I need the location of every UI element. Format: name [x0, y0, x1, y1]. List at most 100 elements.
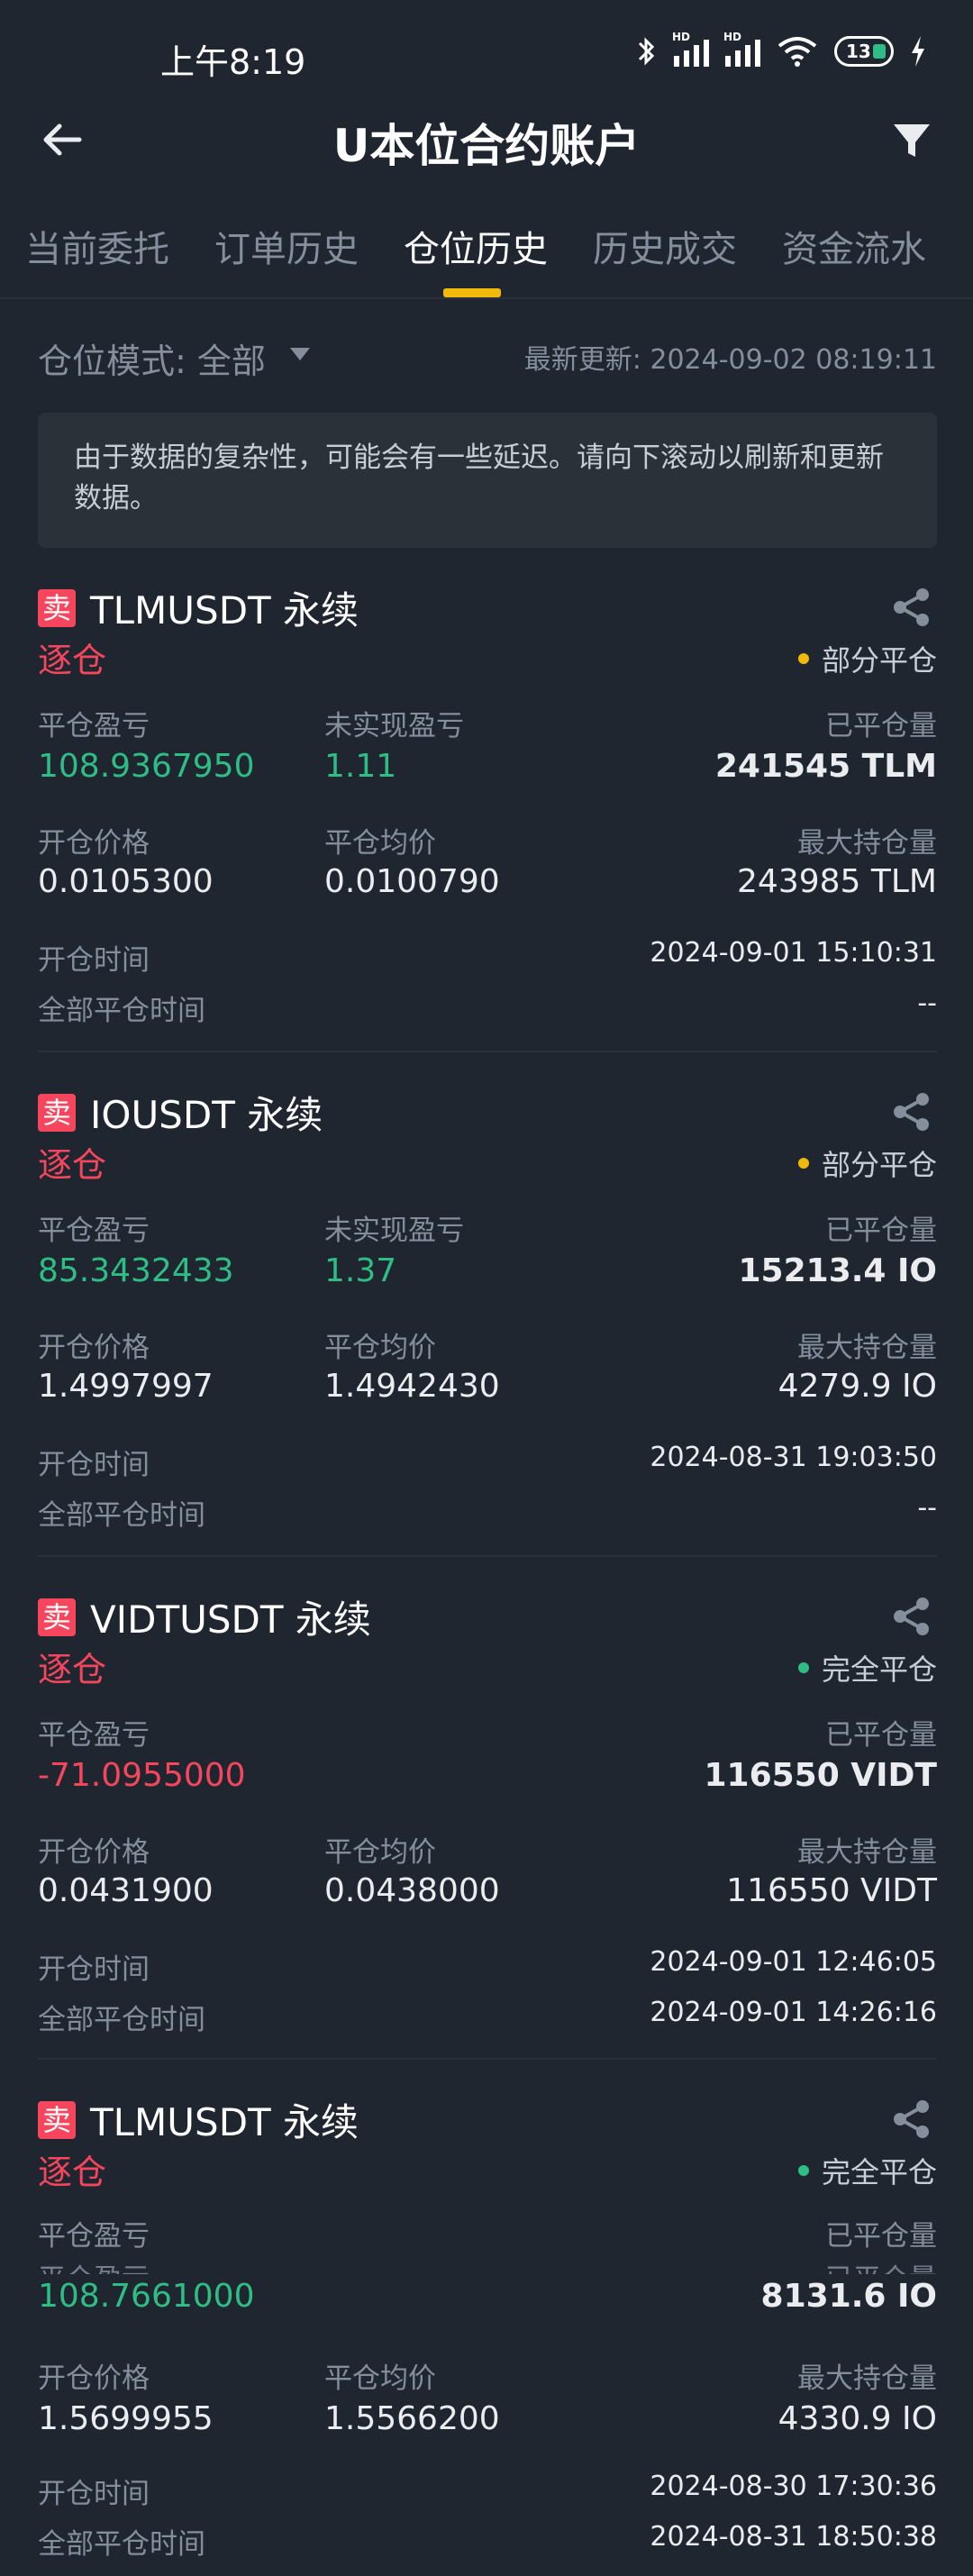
status-text: 完全平仓: [821, 2155, 937, 2189]
symbol[interactable]: TLMUSDT 永续: [90, 580, 359, 635]
hd-badge-2: HD: [723, 31, 742, 43]
status-text: 部分平仓: [821, 1148, 937, 1182]
close-status: 部分平仓: [797, 638, 937, 679]
unrealized-pnl-label: 未实现盈亏: [324, 1215, 464, 1247]
symbol[interactable]: VIDTUSDT 永续: [90, 1589, 371, 1644]
status-bar: 上午8:19 HD HD 13: [0, 0, 973, 108]
open-price-value: 1.4997997: [38, 1368, 214, 1405]
closed-qty-value: 8131.6 IO: [760, 2278, 937, 2315]
tab-position-history[interactable]: 仓位历史: [404, 220, 548, 272]
close-pnl-label: 平仓盈亏: [38, 1215, 150, 1247]
share-icon[interactable]: [892, 1092, 932, 1132]
close-avg-label: 平仓均价: [324, 2362, 436, 2395]
status-dot: [797, 1662, 809, 1673]
open-price-label: 开仓价格: [38, 2362, 150, 2395]
symbol[interactable]: IOUSDT 永续: [90, 1085, 323, 1140]
unrealized-pnl-value: 1.37: [324, 1252, 397, 1289]
hd-badge-1: HD: [672, 31, 691, 43]
closed-qty-value: 116550 VIDT: [704, 1757, 937, 1794]
open-time-label: 开仓时间: [38, 1953, 150, 1986]
close-pnl-value: 108.9367950: [38, 748, 255, 785]
full-close-time-value: 2024-08-31 18:50:38: [650, 2521, 937, 2553]
close-avg-value: 1.5566200: [324, 2400, 500, 2437]
close-pnl-label: 平仓盈亏: [38, 2220, 150, 2253]
wifi-icon: [777, 37, 817, 67]
bluetooth-icon: [638, 37, 655, 66]
close-avg-value: 0.0438000: [324, 1872, 500, 1909]
ghost-close-pnl-label: 平仓盈亏: [38, 2256, 150, 2274]
filter-row: 仓位模式: 全部 最新更新: 2024-09-02 08:19:11: [38, 333, 937, 381]
close-avg-label: 平仓均价: [324, 1332, 436, 1364]
side-badge: 卖: [38, 1598, 76, 1636]
status-dot: [797, 2165, 809, 2176]
closed-qty-label: 已平仓量: [825, 1719, 937, 1752]
position-mode-select[interactable]: 仓位模式: 全部: [38, 333, 266, 383]
funnel-icon[interactable]: [887, 115, 937, 166]
close-pnl-label: 平仓盈亏: [38, 1719, 150, 1752]
position-card: 卖 TLMUSDT 永续 逐仓 部分平仓 平仓盈亏 未实现盈亏 已平仓量 108…: [38, 586, 937, 1063]
close-status: 完全平仓: [797, 2150, 937, 2191]
max-position-label: 最大持仓量: [797, 1332, 937, 1364]
margin-mode: 逐仓: [38, 1650, 107, 1689]
close-avg-label: 平仓均价: [324, 827, 436, 860]
share-icon[interactable]: [892, 1597, 932, 1636]
full-close-time-label: 全部平仓时间: [38, 995, 205, 1027]
closed-qty-label: 已平仓量: [825, 1215, 937, 1247]
share-icon[interactable]: [892, 2099, 932, 2139]
delay-notice: 由于数据的复杂性，可能会有一些延迟。请向下滚动以刷新和更新数据。: [38, 413, 937, 548]
open-price-label: 开仓价格: [38, 827, 150, 860]
margin-mode: 逐仓: [38, 641, 107, 680]
page-title: U本位合约账户: [332, 120, 641, 172]
active-tab-indicator: [443, 288, 501, 297]
max-position-label: 最大持仓量: [797, 1836, 937, 1869]
header: U本位合约账户: [0, 99, 973, 180]
full-close-time-value: --: [917, 1492, 937, 1524]
status-time: 上午8:19: [160, 42, 306, 82]
open-price-value: 1.5699955: [38, 2400, 214, 2437]
chevron-down-icon[interactable]: [290, 348, 310, 360]
side-badge: 卖: [38, 1094, 76, 1132]
open-time-label: 开仓时间: [38, 2478, 150, 2510]
tab-funding-flow[interactable]: 资金流水: [782, 220, 926, 272]
max-position-value: 243985 TLM: [737, 863, 937, 900]
status-dot: [797, 1158, 809, 1169]
symbol[interactable]: TLMUSDT 永续: [90, 2092, 359, 2147]
close-pnl-label: 平仓盈亏: [38, 710, 150, 742]
tab-trade-history[interactable]: 历史成交: [593, 220, 737, 272]
open-price-label: 开仓价格: [38, 1332, 150, 1364]
card-divider: [38, 1555, 937, 1557]
share-icon[interactable]: [892, 587, 932, 627]
closed-qty-value: 241545 TLM: [714, 748, 937, 785]
max-position-value: 4279.9 IO: [777, 1368, 937, 1405]
open-time-value: 2024-09-01 12:46:05: [650, 1946, 937, 1978]
max-position-label: 最大持仓量: [797, 827, 937, 860]
side-badge: 卖: [38, 589, 76, 627]
max-position-value: 116550 VIDT: [726, 1872, 937, 1909]
side-badge: 卖: [38, 2101, 76, 2139]
status-dot: [797, 653, 809, 664]
closed-qty-value: 15213.4 IO: [738, 1252, 938, 1289]
signal-1-icon: HD: [672, 31, 709, 67]
full-close-time-label: 全部平仓时间: [38, 2528, 205, 2561]
full-close-time-label: 全部平仓时间: [38, 1499, 205, 1532]
open-price-value: 0.0105300: [38, 863, 214, 900]
max-position-value: 4330.9 IO: [777, 2400, 937, 2437]
unrealized-pnl-label: 未实现盈亏: [324, 710, 464, 742]
open-price-label: 开仓价格: [38, 1836, 150, 1869]
battery-icon: 13: [834, 36, 894, 67]
tab-order-history[interactable]: 订单历史: [214, 220, 359, 272]
bolt-icon: [912, 36, 924, 67]
tab-open-orders[interactable]: 当前委托: [25, 220, 169, 272]
status-text: 部分平仓: [821, 643, 937, 678]
position-card: 卖 VIDTUSDT 永续 逐仓 完全平仓 平仓盈亏 已平仓量 -71.0955…: [38, 1595, 937, 2072]
card-divider: [38, 2058, 937, 2060]
position-card: 卖 TLMUSDT 永续 逐仓 完全平仓 平仓盈亏 已平仓量 平仓盈亏 已平仓量…: [38, 2098, 937, 2575]
card-divider: [38, 1051, 937, 1052]
close-pnl-value: 108.7661000: [38, 2278, 255, 2315]
position-card: 卖 IOUSDT 永续 逐仓 部分平仓 平仓盈亏 未实现盈亏 已平仓量 85.3…: [38, 1090, 937, 1568]
open-time-label: 开仓时间: [38, 944, 150, 977]
open-time-value: 2024-08-30 17:30:36: [650, 2471, 937, 2502]
signal-2-icon: HD: [723, 31, 760, 67]
closed-qty-label: 已平仓量: [825, 710, 937, 742]
open-time-value: 2024-09-01 15:10:31: [650, 937, 937, 969]
